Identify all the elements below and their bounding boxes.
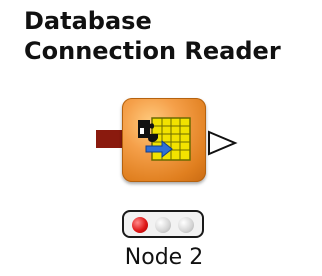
node-label[interactable]: Node 2	[100, 244, 228, 272]
output-port[interactable]	[205, 130, 241, 156]
node-title-line-1: Database	[24, 7, 152, 35]
status-light-yellow-off	[155, 217, 171, 233]
node-title-line-2: Connection Reader	[24, 37, 281, 65]
status-light-green-off	[178, 217, 194, 233]
node-title: Database Connection Reader	[24, 6, 320, 66]
node-status-indicator	[122, 210, 204, 238]
status-light-red	[132, 217, 148, 233]
input-port[interactable]	[96, 130, 122, 148]
database-reader-icon	[138, 117, 191, 161]
